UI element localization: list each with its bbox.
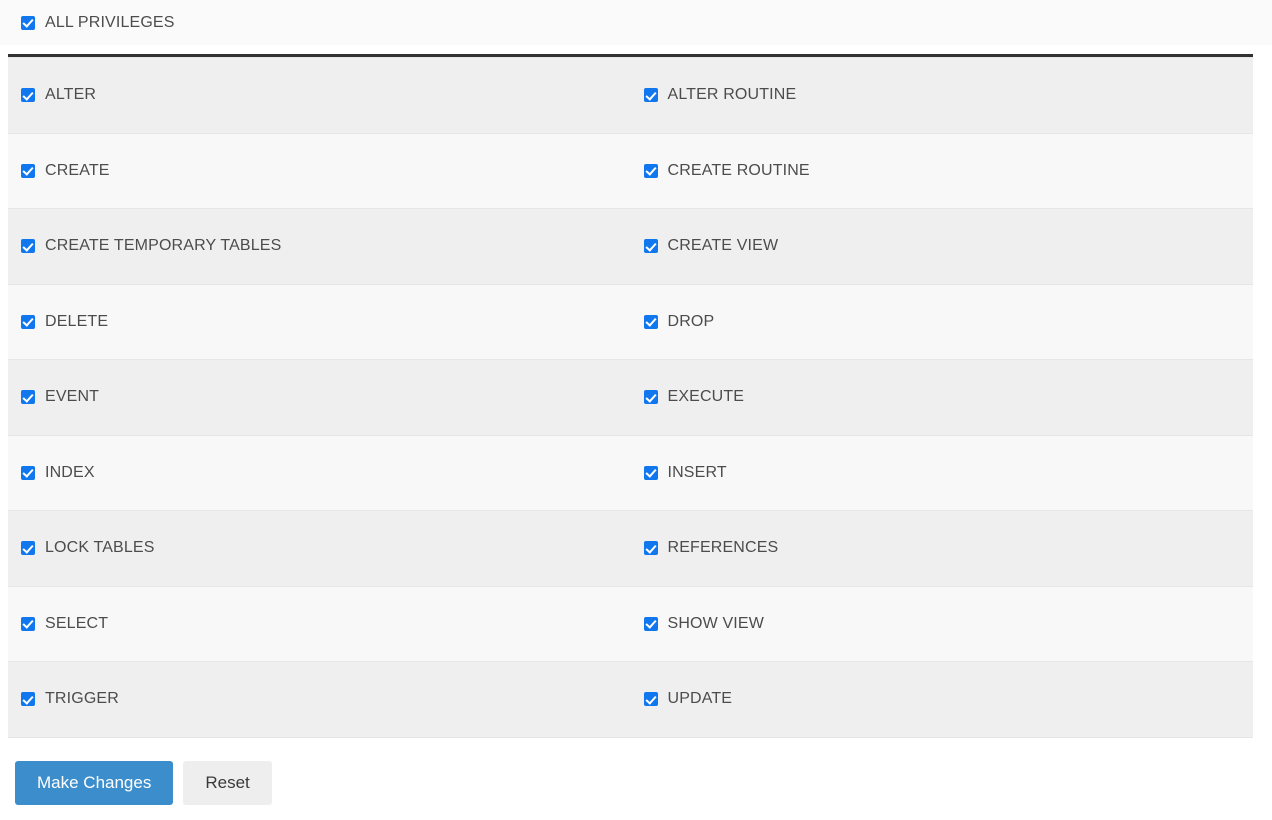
checkbox-create-routine[interactable] [644,164,658,178]
privilege-cell[interactable]: DROP [631,313,1254,331]
checkbox-show-view[interactable] [644,617,658,631]
privilege-row: SELECT SHOW VIEW [8,587,1253,663]
privilege-row: ALTER ALTER ROUTINE [8,58,1253,134]
all-privileges-row[interactable]: ALL PRIVILEGES [0,0,1272,45]
privilege-cell[interactable]: CREATE TEMPORARY TABLES [8,237,631,255]
privilege-cell[interactable]: INSERT [631,464,1254,482]
checkbox-insert[interactable] [644,466,658,480]
label-alter-routine[interactable]: ALTER ROUTINE [668,86,797,104]
privilege-cell[interactable]: TRIGGER [8,690,631,708]
privilege-cell[interactable]: LOCK TABLES [8,539,631,557]
checkbox-create-view[interactable] [644,239,658,253]
privilege-cell[interactable]: INDEX [8,464,631,482]
checkbox-create[interactable] [21,164,35,178]
reset-button[interactable]: Reset [183,761,271,805]
privilege-row: INDEX INSERT [8,436,1253,512]
label-create[interactable]: CREATE [45,162,110,180]
label-lock-tables[interactable]: LOCK TABLES [45,539,155,557]
privilege-cell[interactable]: ALTER [8,86,631,104]
label-trigger[interactable]: TRIGGER [45,690,119,708]
checkbox-delete[interactable] [21,315,35,329]
checkbox-select[interactable] [21,617,35,631]
checkbox-update[interactable] [644,692,658,706]
privilege-row: EVENT EXECUTE [8,360,1253,436]
privilege-row: LOCK TABLES REFERENCES [8,511,1253,587]
label-show-view[interactable]: SHOW VIEW [668,615,764,633]
label-create-routine[interactable]: CREATE ROUTINE [668,162,810,180]
label-create-view[interactable]: CREATE VIEW [668,237,779,255]
label-alter[interactable]: ALTER [45,86,96,104]
all-privileges-checkbox[interactable] [21,16,35,30]
privilege-row: CREATE CREATE ROUTINE [8,134,1253,210]
privilege-row: DELETE DROP [8,285,1253,361]
checkbox-drop[interactable] [644,315,658,329]
privilege-row: CREATE TEMPORARY TABLES CREATE VIEW [8,209,1253,285]
privilege-cell[interactable]: DELETE [8,313,631,331]
privilege-cell[interactable]: SELECT [8,615,631,633]
checkbox-event[interactable] [21,390,35,404]
privilege-cell[interactable]: ALTER ROUTINE [631,86,1254,104]
label-event[interactable]: EVENT [45,388,99,406]
privilege-cell[interactable]: EXECUTE [631,388,1254,406]
label-drop[interactable]: DROP [668,313,715,331]
privilege-cell[interactable]: REFERENCES [631,539,1254,557]
privilege-cell[interactable]: CREATE [8,162,631,180]
label-delete[interactable]: DELETE [45,313,108,331]
form-actions: Make Changes Reset [0,761,1272,805]
checkbox-references[interactable] [644,541,658,555]
checkbox-trigger[interactable] [21,692,35,706]
checkbox-execute[interactable] [644,390,658,404]
make-changes-button[interactable]: Make Changes [15,761,173,805]
checkbox-create-temporary-tables[interactable] [21,239,35,253]
label-references[interactable]: REFERENCES [668,539,779,557]
privilege-row: TRIGGER UPDATE [8,662,1253,738]
label-update[interactable]: UPDATE [668,690,733,708]
all-privileges-label[interactable]: ALL PRIVILEGES [45,14,175,32]
privilege-cell[interactable]: SHOW VIEW [631,615,1254,633]
label-execute[interactable]: EXECUTE [668,388,745,406]
checkbox-alter[interactable] [21,88,35,102]
privilege-cell[interactable]: UPDATE [631,690,1254,708]
privileges-grid: ALTERALTER ROUTINECREATECREATE ROUTINECR… [8,57,1253,738]
label-insert[interactable]: INSERT [668,464,727,482]
privilege-cell[interactable]: EVENT [8,388,631,406]
privilege-cell[interactable]: CREATE ROUTINE [631,162,1254,180]
privilege-cell[interactable]: CREATE VIEW [631,237,1254,255]
checkbox-index[interactable] [21,466,35,480]
label-select[interactable]: SELECT [45,615,108,633]
privileges-panel: ALL PRIVILEGES ALTERALTER ROUTINECREATEC… [0,0,1272,820]
label-index[interactable]: INDEX [45,464,95,482]
label-create-temporary-tables[interactable]: CREATE TEMPORARY TABLES [45,237,281,255]
checkbox-alter-routine[interactable] [644,88,658,102]
checkbox-lock-tables[interactable] [21,541,35,555]
